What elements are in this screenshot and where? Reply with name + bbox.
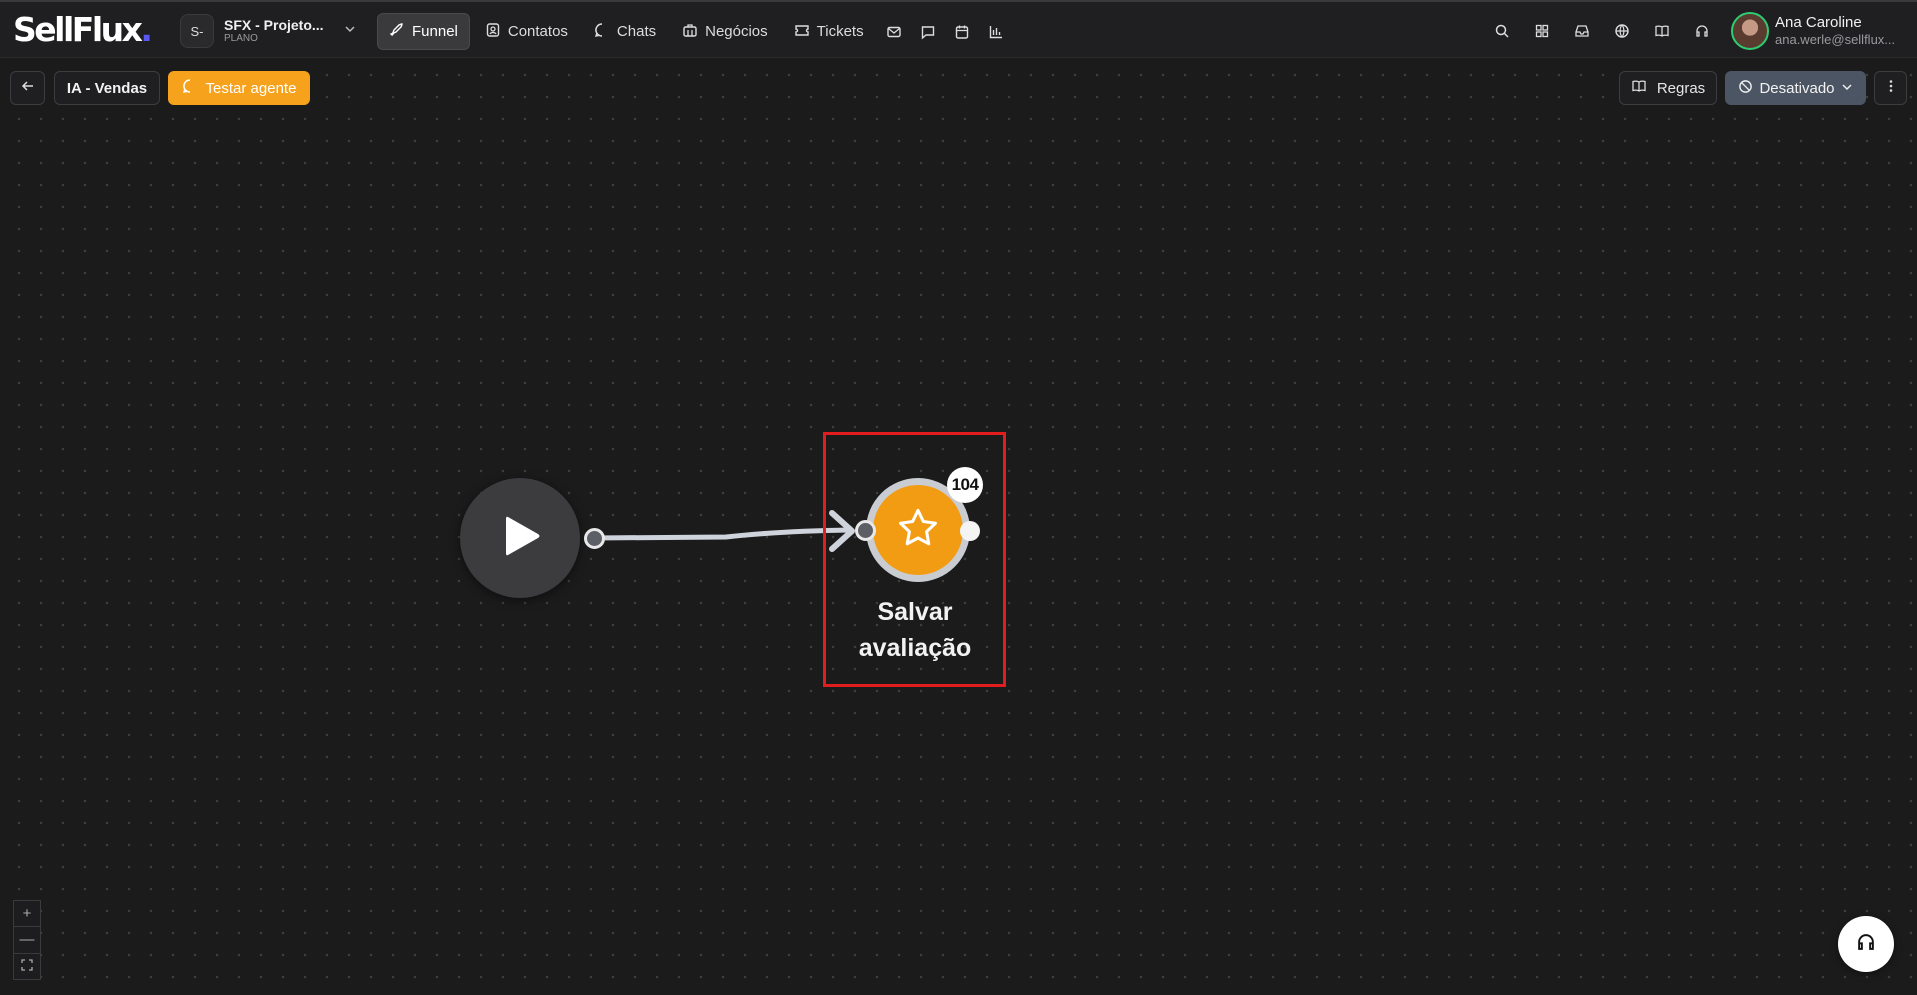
headset-icon	[1855, 931, 1877, 958]
test-agent-button[interactable]: Testar agente	[168, 71, 310, 105]
zoom-out-button[interactable]: —	[14, 927, 40, 954]
zoom-in-button[interactable]: +	[14, 901, 40, 928]
fit-view-button[interactable]	[14, 954, 40, 979]
rules-button[interactable]: Regras	[1619, 71, 1717, 105]
test-agent-label: Testar agente	[205, 79, 297, 97]
contact-count-badge: 104	[947, 467, 983, 503]
play-icon	[496, 512, 544, 565]
action-node-label: Salvar avaliação	[858, 598, 972, 662]
support-chat-button[interactable]	[1838, 916, 1894, 972]
zoom-controls: + —	[13, 900, 41, 980]
action-node-core	[873, 485, 963, 575]
status-label: Desativado	[1759, 79, 1835, 97]
action-node-input-handle[interactable]	[855, 520, 876, 541]
start-node[interactable]	[460, 478, 580, 598]
flow-title-button[interactable]: IA - Vendas	[54, 71, 160, 105]
chevron-down-icon	[1841, 80, 1853, 97]
back-button[interactable]	[10, 71, 45, 105]
rules-label: Regras	[1656, 79, 1706, 97]
arrow-left-icon	[20, 78, 36, 98]
status-dropdown[interactable]: Desativado	[1725, 71, 1866, 105]
book-open-icon	[1631, 78, 1647, 98]
start-node-output-handle[interactable]	[584, 528, 605, 549]
more-vertical-icon	[1884, 79, 1898, 97]
flow-edge[interactable]	[591, 527, 853, 541]
fullscreen-icon	[21, 958, 33, 975]
more-options-button[interactable]	[1874, 71, 1907, 105]
chat-bubble-icon	[182, 78, 198, 98]
ban-icon	[1738, 79, 1753, 98]
action-node-output-handle[interactable]	[960, 521, 980, 541]
star-icon	[895, 505, 941, 556]
